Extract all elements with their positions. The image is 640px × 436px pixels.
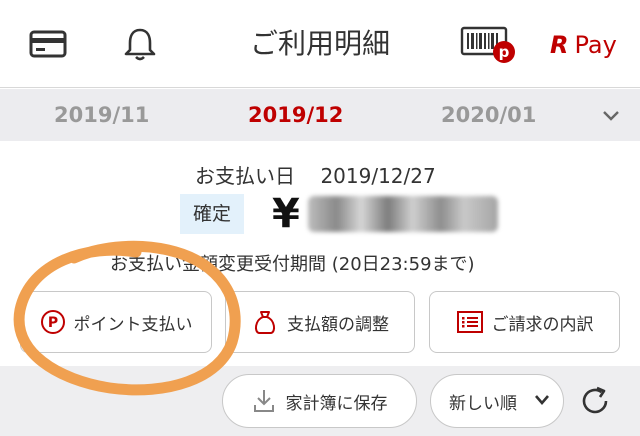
rpay-text: Pay — [574, 31, 617, 59]
month-next[interactable]: 2020/01 — [441, 89, 536, 141]
sort-select[interactable]: 新しい順 — [430, 374, 564, 428]
payment-date-label: お支払い日 — [195, 164, 295, 188]
chevron-down-icon[interactable] — [596, 101, 626, 131]
rpay-r-letter: R — [550, 31, 569, 59]
payment-date-value: 2019/12/27 — [320, 164, 436, 188]
change-period-text: お支払い金額変更受付期間 (20日23:59まで) — [110, 254, 475, 275]
payment-date-row: お支払い日 2019/12/27 — [195, 160, 436, 189]
month-selector: 2019/11 2019/12 2020/01 — [0, 89, 640, 141]
amount-redacted — [307, 196, 498, 232]
payment-amount: ¥ — [272, 190, 498, 238]
chevron-down-icon — [533, 393, 551, 407]
month-prev[interactable]: 2019/11 — [54, 89, 149, 141]
month-current[interactable]: 2019/12 — [248, 89, 343, 141]
save-household-label: 家計簿に保存 — [285, 393, 388, 414]
page-title: ご利用明細 — [249, 27, 390, 60]
money-bag-icon — [251, 308, 279, 336]
currency-symbol: ¥ — [272, 191, 300, 237]
adjust-amount-button[interactable]: 支払額の調整 — [225, 291, 415, 353]
refresh-icon[interactable] — [576, 382, 614, 420]
barcode-point-icon[interactable]: p — [460, 22, 516, 66]
point-circle-icon: P — [40, 309, 66, 335]
rakuten-pay-logo[interactable]: R Pay — [550, 28, 617, 62]
point-payment-label: ポイント支払い — [73, 314, 193, 335]
list-toolbar: 家計簿に保存 新しい順 — [0, 366, 640, 436]
card-icon[interactable] — [26, 22, 70, 66]
billing-breakdown-label: ご請求の内訳 — [491, 314, 594, 335]
save-household-button[interactable]: 家計簿に保存 — [222, 374, 417, 428]
list-icon — [456, 310, 484, 334]
point-badge-letter: p — [499, 43, 510, 61]
point-icon-letter: P — [47, 315, 57, 331]
sort-select-value: 新しい順 — [449, 393, 517, 414]
billing-breakdown-button[interactable]: ご請求の内訳 — [429, 291, 620, 353]
point-payment-button[interactable]: P ポイント支払い — [20, 291, 212, 353]
app-header: ご利用明細 p R Pay — [0, 0, 640, 88]
download-icon — [252, 388, 276, 414]
adjust-amount-label: 支払額の調整 — [287, 314, 389, 335]
bell-icon[interactable] — [118, 22, 162, 66]
status-badge: 確定 — [180, 194, 244, 234]
